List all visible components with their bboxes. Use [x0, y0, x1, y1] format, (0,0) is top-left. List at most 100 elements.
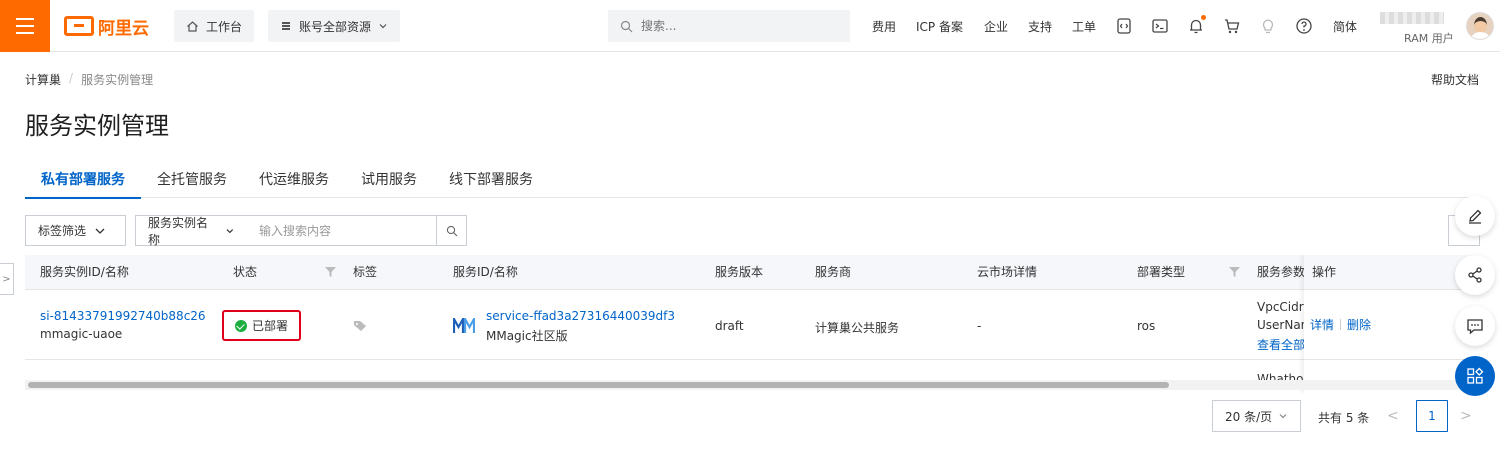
delete-link[interactable]: 删除: [1347, 316, 1371, 333]
instance-name: mmagic-uaoe: [40, 327, 123, 341]
top-navigation-bar: 阿里云 工作台 账号全部资源 费用 ICP 备案 企业 支持 工单 简体 RAM…: [0, 0, 1500, 52]
chat-icon: [1467, 319, 1483, 335]
avatar[interactable]: [1466, 12, 1494, 40]
actions-column: 操作 详情 删除: [1304, 255, 1480, 393]
page-title: 服务实例管理: [25, 112, 169, 140]
cart-icon[interactable]: [1223, 17, 1241, 35]
page-number-current[interactable]: 1: [1416, 400, 1448, 432]
service-id-link[interactable]: service-ffad3a27316440039df3: [486, 309, 675, 323]
chevron-down-icon: [95, 228, 105, 234]
check-circle-icon: [234, 319, 247, 332]
nav-support[interactable]: 支持: [1028, 18, 1052, 35]
mmagic-logo-icon: [453, 318, 475, 333]
masked-username: [1380, 12, 1444, 24]
filter-icon[interactable]: [1229, 267, 1240, 277]
market-details: -: [977, 319, 982, 333]
breadcrumb-root[interactable]: 计算巢: [25, 71, 61, 88]
breadcrumb: 计算巢 / 服务实例管理: [25, 71, 153, 88]
instance-table: 服务实例ID/名称 状态 标签 服务ID/名称 服务版本 服务商 云市场详情 部…: [25, 255, 1480, 393]
nav-billing[interactable]: 费用: [872, 18, 896, 35]
param-line: UserNan: [1257, 318, 1309, 332]
chevron-down-icon: [1279, 414, 1287, 419]
table-header: 服务实例ID/名称 状态 标签 服务ID/名称 服务版本 服务商 云市场详情 部…: [25, 255, 1480, 290]
resource-scope-dropdown[interactable]: 账号全部资源: [268, 10, 401, 42]
service-version: draft: [715, 319, 744, 333]
bell-icon[interactable]: [1187, 15, 1206, 35]
col-instance: 服务实例ID/名称: [40, 265, 129, 279]
nav-enterprise[interactable]: 企业: [984, 18, 1008, 35]
deploy-type: ros: [1137, 319, 1156, 333]
nav-icp[interactable]: ICP 备案: [916, 18, 963, 35]
tab-trial[interactable]: 试用服务: [345, 162, 433, 198]
tab-managed-ops[interactable]: 代运维服务: [243, 162, 345, 198]
status-badge: 已部署: [222, 310, 301, 341]
status-text: 已部署: [251, 319, 288, 333]
help-docs-link[interactable]: 帮助文档: [1431, 71, 1479, 88]
col-tags: 标签: [353, 265, 378, 279]
edit-feedback-button[interactable]: [1455, 196, 1495, 236]
search-icon: [446, 225, 457, 236]
stack-icon: [282, 22, 290, 30]
user-menu[interactable]: RAM 用户: [1380, 10, 1460, 46]
search-icon: [620, 20, 633, 32]
tag-icon[interactable]: [353, 320, 367, 332]
tag-filter-button[interactable]: 标签筛选: [25, 215, 126, 246]
code-icon[interactable]: [1115, 17, 1133, 35]
help-icon[interactable]: [1295, 17, 1313, 35]
breadcrumb-current: 服务实例管理: [81, 73, 154, 87]
tab-offline-deployment[interactable]: 线下部署服务: [433, 162, 549, 198]
terminal-icon[interactable]: [1151, 17, 1169, 35]
prev-page-button[interactable]: <: [1387, 408, 1399, 424]
filter-icon[interactable]: [325, 267, 336, 277]
workbench-button[interactable]: 工作台: [174, 10, 255, 42]
total-count: 共有 5 条: [1318, 411, 1370, 425]
row-actions: 详情 删除: [1304, 290, 1480, 360]
col-service: 服务ID/名称: [453, 265, 518, 279]
chevron-down-icon: [379, 24, 387, 29]
col-provider: 服务商: [815, 265, 852, 279]
language-switch[interactable]: 简体: [1333, 18, 1357, 35]
col-actions: 操作: [1304, 255, 1480, 290]
share-icon: [1468, 267, 1482, 283]
table-row: si-81433791992740b88c26 mmagic-uaoe 已部署 …: [25, 290, 1480, 360]
aliyun-logo-mark: [64, 16, 94, 36]
col-params: 服务参数: [1257, 265, 1306, 279]
apps-grid-icon: [1467, 367, 1484, 384]
home-icon: [187, 20, 198, 32]
user-role: RAM 用户: [1404, 32, 1454, 45]
search-button[interactable]: [436, 215, 467, 246]
col-status: 状态: [233, 265, 258, 279]
next-page-button[interactable]: >: [1460, 408, 1472, 424]
instance-search-input[interactable]: [247, 215, 437, 246]
detail-link[interactable]: 详情: [1310, 316, 1334, 333]
global-search-input[interactable]: [641, 19, 831, 33]
resource-scope-label: 账号全部资源: [299, 19, 372, 34]
service-name: MMagic社区版: [486, 329, 568, 343]
search-field-label: 服务实例名称: [148, 215, 209, 247]
notification-dot: [1201, 15, 1206, 20]
tab-fully-managed[interactable]: 全托管服务: [141, 162, 243, 198]
global-search[interactable]: [608, 10, 850, 42]
chat-button[interactable]: [1455, 306, 1495, 346]
expand-sidebar-handle[interactable]: >: [0, 263, 14, 295]
aliyun-logo[interactable]: 阿里云: [64, 14, 149, 39]
lightbulb-icon[interactable]: [1259, 17, 1277, 35]
tab-private-deployment[interactable]: 私有部署服务: [25, 162, 141, 199]
breadcrumb-separator: /: [69, 71, 74, 85]
apps-button[interactable]: [1455, 356, 1495, 396]
tag-filter-label: 标签筛选: [38, 224, 87, 238]
share-button[interactable]: [1455, 255, 1495, 295]
instance-id-link[interactable]: si-81433791992740b88c26: [40, 309, 206, 323]
col-market: 云市场详情: [977, 265, 1038, 279]
service-provider: 计算巢公共服务: [815, 321, 900, 335]
workbench-label: 工作台: [206, 19, 243, 34]
nav-ticket[interactable]: 工单: [1072, 18, 1096, 35]
view-all-params-link[interactable]: 查看全部: [1257, 336, 1305, 353]
search-field-select[interactable]: 服务实例名称: [135, 215, 248, 247]
chevron-down-icon: [226, 228, 234, 233]
scrollbar-thumb[interactable]: [28, 382, 1169, 388]
menu-icon[interactable]: [0, 0, 50, 52]
col-version: 服务版本: [715, 265, 764, 279]
horizontal-scrollbar[interactable]: [25, 380, 1480, 390]
page-size-select[interactable]: 20 条/页: [1212, 400, 1301, 432]
